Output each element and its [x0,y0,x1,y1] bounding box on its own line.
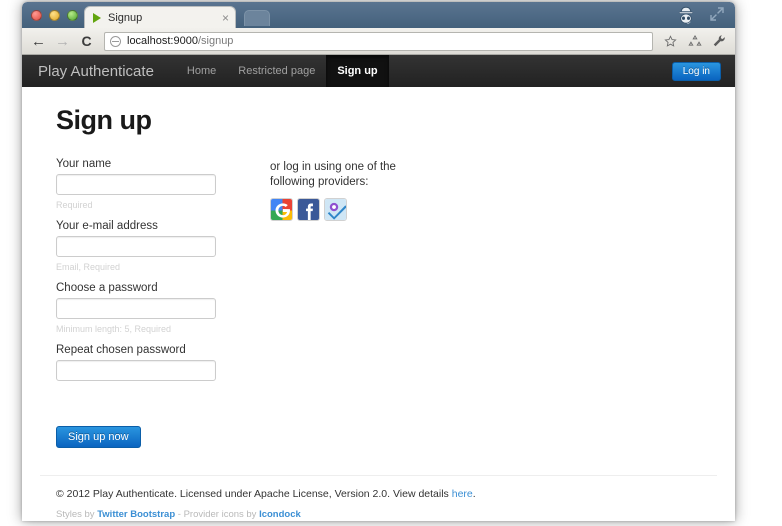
name-input[interactable] [56,174,216,195]
footer-bootstrap-link[interactable]: Twitter Bootstrap [97,509,175,520]
footer-here-link[interactable]: here [452,488,473,500]
footer-credits: Styles by Twitter Bootstrap - Provider i… [56,509,719,520]
star-icon[interactable] [662,33,679,50]
providers-intro-text: or log in using one of the following pro… [270,161,396,188]
field-help-email: Email, Required [56,262,121,272]
browser-tab[interactable]: Signup × [84,6,236,28]
back-button[interactable]: ← [30,33,47,50]
provider-icons [270,198,430,221]
field-label-email: Your e-mail address [56,220,158,232]
footer-divider [40,475,717,476]
field-your-name: Your name [56,158,234,195]
facebook-icon[interactable] [297,198,320,221]
signup-row: Your name Required Your e-mail address E… [56,158,719,448]
field-help-password: Minimum length: 5, Required [56,324,172,334]
signup-submit-button[interactable]: Sign up now [56,426,141,448]
footer-copyright-text: © 2012 Play Authenticate. Licensed under… [56,488,452,500]
new-tab-button[interactable] [244,10,270,26]
google-icon[interactable] [270,198,293,221]
desktop-backdrop: Signup × ← → C localhost:9000 /signup Pl… [0,0,782,526]
field-repeat-password: Repeat chosen password [56,344,234,381]
field-email: Your e-mail address [56,220,234,257]
email-input[interactable] [56,236,216,257]
reload-button[interactable]: C [78,33,95,50]
nav-item-sign-up[interactable]: Sign up [326,55,389,87]
maximize-icon[interactable] [709,6,725,22]
footer-copyright-period: . [472,488,476,500]
url-path: /signup [197,35,234,47]
field-help-repeat-password [56,386,234,397]
signup-form: Your name Required Your e-mail address E… [56,158,234,448]
incognito-icon [675,5,697,26]
nav-item-restricted-page[interactable]: Restricted page [227,55,326,87]
field-help-your-name: Required [56,200,93,210]
login-button[interactable]: Log in [671,61,721,81]
play-framework-icon [91,12,103,24]
page-content: Sign up Your name Required Your e-mail a… [22,105,735,520]
address-bar[interactable]: localhost:9000 /signup [104,31,653,51]
page-viewport: Play Authenticate Home Restricted page S… [22,55,735,520]
site-navbar: Play Authenticate Home Restricted page S… [22,55,735,87]
minimize-window-button[interactable] [49,10,60,21]
browser-tabstrip: Signup × [22,2,735,28]
providers-block: or log in using one of the following pro… [270,158,430,448]
browser-window: Signup × ← → C localhost:9000 /signup Pl… [22,2,735,521]
foursquare-icon[interactable] [324,198,347,221]
footer-icondock-link[interactable]: Icondock [259,509,301,520]
nav-item-home[interactable]: Home [176,55,227,87]
page-info-icon [110,35,121,47]
footer-credits-mid-text: - Provider icons by [175,509,260,520]
recycle-icon[interactable] [686,33,703,50]
site-nav-items: Home Restricted page Sign up [176,55,389,87]
tab-close-icon[interactable]: × [222,12,229,24]
tab-title: Signup [108,11,143,24]
page-title: Sign up [56,105,152,135]
field-label-repeat-password: Repeat chosen password [56,344,186,356]
wrench-icon[interactable] [710,33,727,50]
browser-toolbar: ← → C localhost:9000 /signup [22,28,735,55]
forward-button[interactable]: → [54,33,71,50]
brand-title[interactable]: Play Authenticate [38,63,154,80]
field-label-your-name: Your name [56,158,112,170]
field-label-password: Choose a password [56,282,158,294]
close-window-button[interactable] [31,10,42,21]
page-footer: © 2012 Play Authenticate. Licensed under… [38,475,719,520]
field-password: Choose a password [56,282,234,319]
repeat-password-input[interactable] [56,360,216,381]
zoom-window-button[interactable] [67,10,78,21]
url-host: localhost:9000 [127,35,198,47]
window-controls [31,10,78,21]
footer-styles-by-text: Styles by [56,509,98,520]
password-input[interactable] [56,298,216,319]
footer-copyright: © 2012 Play Authenticate. Licensed under… [56,488,719,500]
